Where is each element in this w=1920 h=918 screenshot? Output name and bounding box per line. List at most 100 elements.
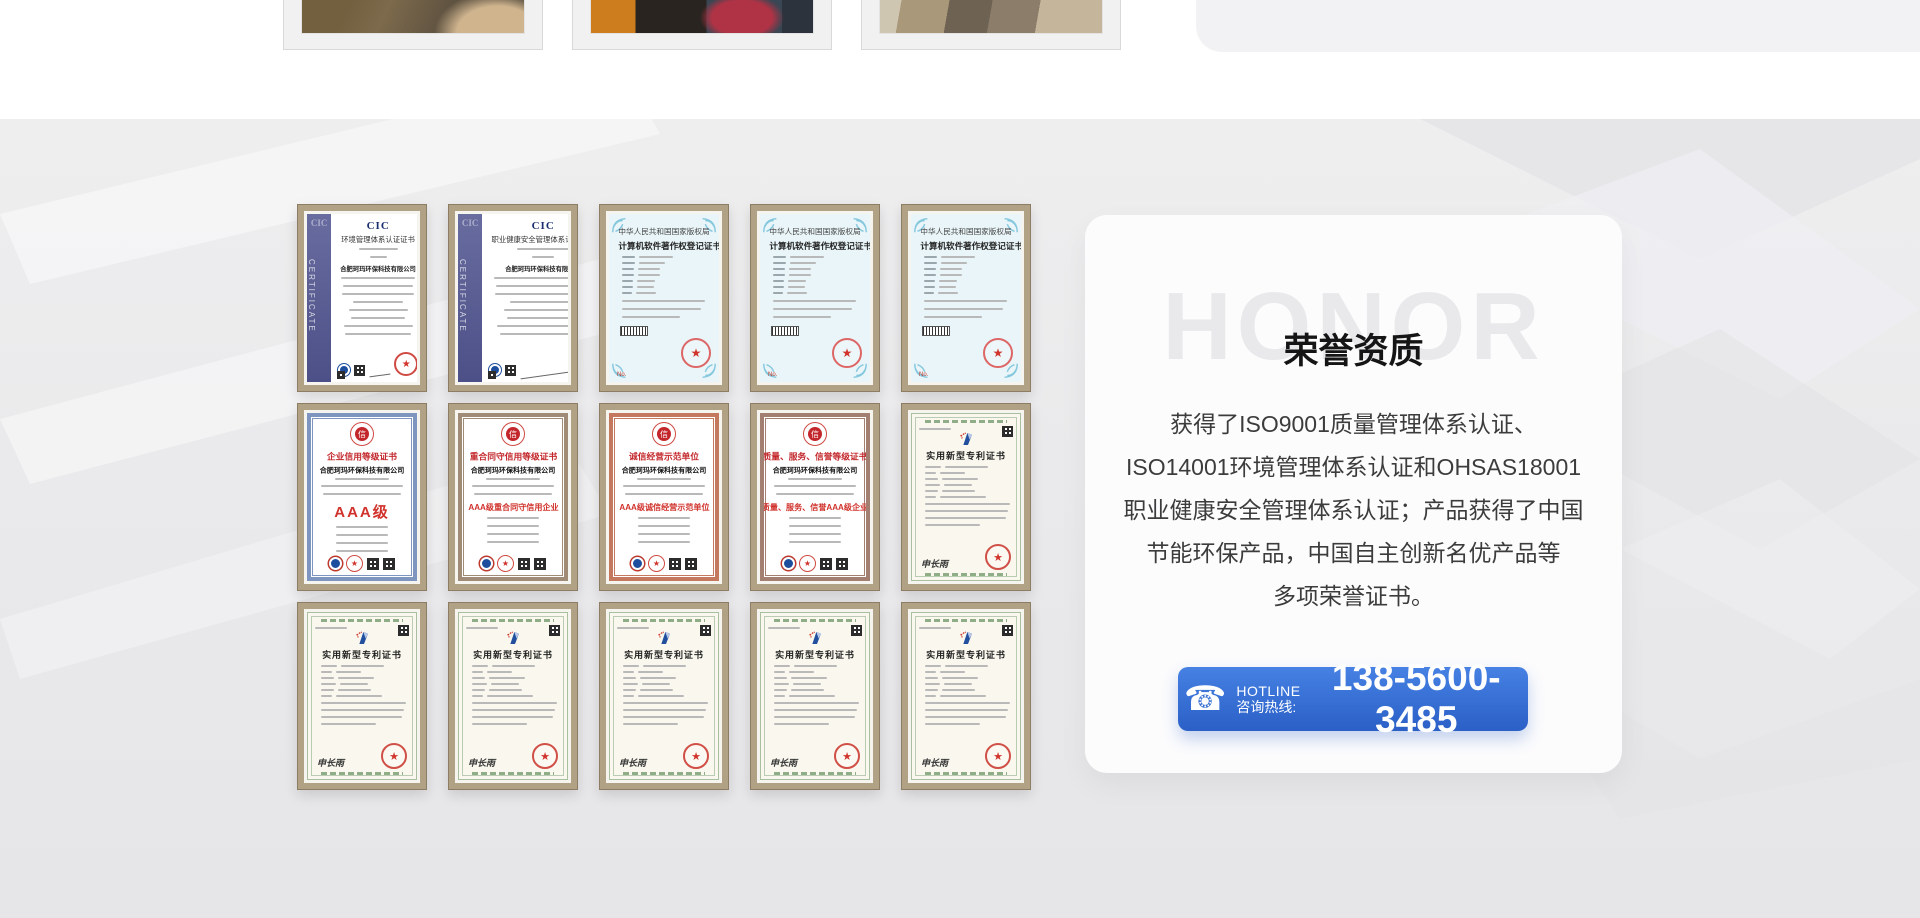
text-line: [359, 248, 398, 250]
text-line: [335, 478, 390, 480]
construction-photo-1[interactable]: [301, 0, 525, 34]
certificate-7[interactable]: 信重合同守信用等级证书合肥珂玛环保科技有限公司AAA级重合同守信用企业★: [448, 403, 578, 591]
certificate-4[interactable]: 中华人民共和国国家版权局计算机软件著作权登记证书★No.: [750, 204, 880, 392]
qr-code-icon: [685, 558, 697, 570]
qr-code-icon: [383, 558, 395, 570]
text-line: [789, 533, 841, 535]
text-line: [510, 301, 568, 303]
text-line: [642, 683, 670, 685]
text-line: [941, 262, 966, 264]
text-line: [341, 277, 415, 279]
text-line-row: [924, 280, 1008, 282]
credit-seal-icon: 信: [501, 422, 525, 446]
hotline-phone-number: 138-5600-3485: [1311, 657, 1522, 741]
text-line-row: [773, 274, 857, 276]
text-line-row: [622, 280, 706, 282]
text-line: [945, 665, 988, 667]
text-line: [941, 256, 975, 258]
star-icon: ★: [653, 559, 660, 568]
text-line-row: [773, 286, 857, 288]
construction-photo-3[interactable]: [879, 0, 1103, 34]
certificate-3[interactable]: 中华人民共和国国家版权局计算机软件著作权登记证书★No.: [599, 204, 729, 392]
decorative-border-band: [321, 619, 403, 622]
text-line: [638, 517, 690, 519]
text-line: [321, 709, 404, 711]
text-line-row: [774, 683, 856, 685]
certificate-13[interactable]: 实用新型专利证书申长雨★: [599, 602, 729, 790]
hotline-button[interactable]: ☎ HOTLINE 咨询热线: 138-5600-3485: [1178, 667, 1528, 731]
certificate-2[interactable]: CICCERTIFICATECIC职业健康安全管理体系认证证书合肥珂玛环保科技有…: [448, 204, 578, 392]
decorative-border-band: [925, 573, 1007, 576]
certificate-10[interactable]: 实用新型专利证书申长雨★: [901, 403, 1031, 591]
decorative-border-band: [774, 619, 856, 622]
text-line: [338, 689, 371, 691]
text-line: [321, 671, 332, 673]
certificate-title: 实用新型专利证书: [770, 647, 859, 660]
certificate-frame-mat: CICCERTIFICATECIC职业健康安全管理体系认证证书合肥珂玛环保科技有…: [455, 211, 571, 385]
text-line: [351, 317, 405, 319]
text-line: [794, 665, 837, 667]
certificate-5[interactable]: 中华人民共和国国家版权局计算机软件著作权登记证书★No.: [901, 204, 1031, 392]
cic-logo: CIC: [367, 220, 390, 232]
certificate-6[interactable]: 信企业信用等级证书合肥珂玛环保科技有限公司AAA级★: [297, 403, 427, 591]
certificate-footer: 申长雨 ★: [768, 743, 862, 772]
text-line: [472, 709, 555, 711]
text-line: [472, 695, 483, 697]
certificate-number-line: [466, 627, 498, 629]
certificate-15[interactable]: 实用新型专利证书申长雨★: [901, 602, 1031, 790]
certificate-number-line: [315, 627, 347, 629]
decorative-border-band: [774, 772, 856, 775]
text-line: [925, 466, 941, 468]
project-photo-card-3[interactable]: [861, 0, 1121, 50]
certificate-9[interactable]: 信质量、服务、信誉等级证书合肥珂玛环保科技有限公司质量、服务、信誉AAA级企业★: [750, 403, 880, 591]
certificate-14[interactable]: 实用新型专利证书申长雨 ★: [750, 602, 880, 790]
certificate-title: 实用新型专利证书: [317, 647, 406, 660]
text-line: [344, 325, 413, 327]
text-line: [925, 716, 1006, 718]
text-line: [924, 292, 934, 294]
certificate-number-line: [768, 627, 800, 629]
construction-photo-2[interactable]: [590, 0, 814, 34]
project-photo-card-1[interactable]: [283, 0, 543, 50]
certificate-paper: 中华人民共和国国家版权局计算机软件著作权登记证书★No.: [760, 214, 870, 382]
text-line: [336, 542, 388, 544]
project-photo-card-2[interactable]: [572, 0, 832, 50]
text-line-row: [925, 472, 1007, 474]
text-line-row: [925, 665, 1007, 667]
star-icon: ★: [842, 750, 852, 763]
cnipa-logo-icon: [807, 630, 823, 646]
certificate-title: 实用新型专利证书: [468, 647, 557, 660]
text-line: [925, 709, 1008, 711]
certificate-title: 实用新型专利证书: [921, 448, 1010, 461]
certificate-11[interactable]: 实用新型专利证书申长雨★: [297, 602, 427, 790]
decorative-border-band: [925, 420, 1007, 423]
company-name: 合肥珂玛环保科技有限公司: [773, 466, 857, 476]
issuing-authority: 中华人民共和国国家版权局: [920, 226, 1011, 236]
credit-grade-text: 质量、服务、信誉AAA级企业: [762, 501, 868, 512]
text-line: [925, 695, 936, 697]
text-line: [924, 300, 1007, 302]
credit-seal-icon: 信: [652, 422, 676, 446]
company-name: 合肥珂玛环保科技有限公司: [505, 265, 568, 274]
signer-signature: 申长雨: [770, 756, 797, 769]
text-line: [773, 280, 784, 282]
signer-signature: 申长雨: [921, 557, 948, 570]
qr-code-icon-small: [337, 371, 345, 379]
certificate-8[interactable]: 信诚信经营示范单位合肥珂玛环保科技有限公司AAA级诚信经营示范单位★: [599, 403, 729, 591]
certificate-12[interactable]: 实用新型专利证书申长雨★: [448, 602, 578, 790]
text-line: [622, 286, 633, 288]
text-line: [774, 671, 785, 673]
certificate-number-line: [919, 428, 951, 430]
text-line: [939, 286, 956, 288]
text-line: [925, 472, 936, 474]
national-emblem-seal: ★: [683, 743, 709, 769]
certificates-grid: CICCERTIFICATECIC环境管理体系认证证书合肥珂玛环保科技有限公司★…: [297, 204, 1031, 790]
certificate-1[interactable]: CICCERTIFICATECIC环境管理体系认证证书合肥珂玛环保科技有限公司★: [297, 204, 427, 392]
decorative-border-band: [925, 772, 1007, 775]
certificate-vertical-label: CERTIFICATE: [307, 236, 331, 356]
text-line: [345, 333, 411, 335]
text-line: [340, 683, 368, 685]
company-name: 合肥珂玛环保科技有限公司: [471, 466, 555, 476]
text-line: [487, 517, 539, 519]
national-emblem-seal: ★: [834, 743, 860, 769]
